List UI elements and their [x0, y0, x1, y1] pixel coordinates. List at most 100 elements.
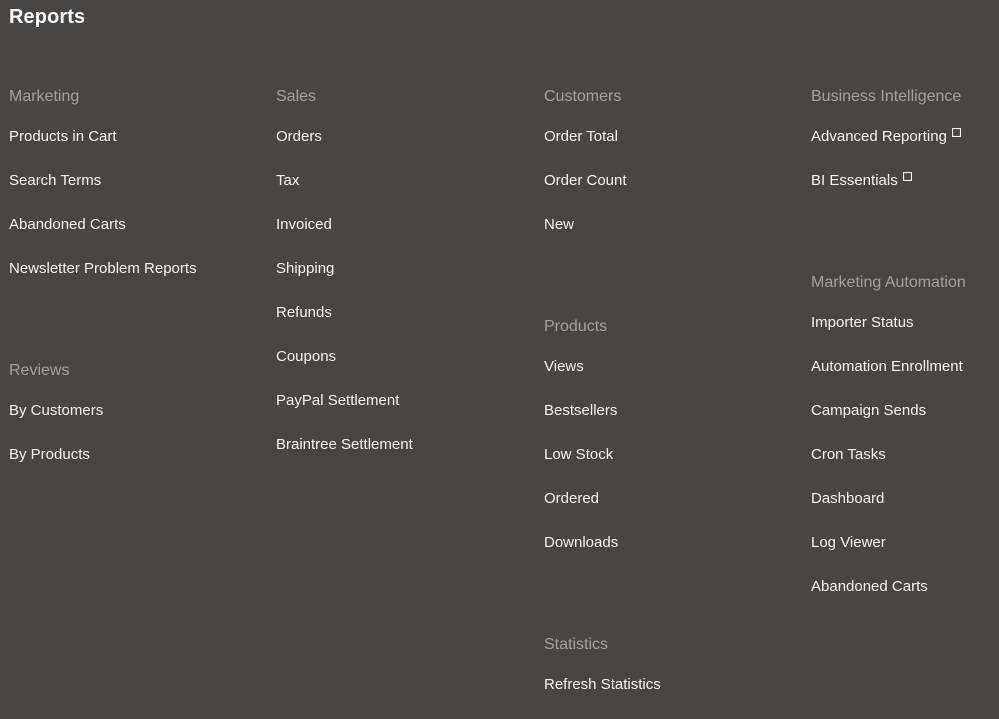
- menu-group-business-intelligence: Business Intelligence Advanced Reporting B…: [811, 87, 999, 215]
- menu-link-label: Braintree Settlement: [276, 436, 413, 453]
- menu-link-shipping[interactable]: Shipping: [276, 259, 334, 279]
- menu-column-3: Customers Order Total Order Count New Produc…: [544, 0, 794, 717]
- menu-list-item: Low Stock: [544, 445, 794, 489]
- menu-column-1: Marketing Products in Cart Search Terms Aba…: [9, 0, 259, 717]
- group-items: Advanced Reporting BI Essentials: [811, 127, 999, 215]
- menu-link-refunds[interactable]: Refunds: [276, 303, 332, 323]
- menu-list-item: Search Terms: [9, 171, 259, 215]
- menu-link-label: Refunds: [276, 304, 332, 321]
- menu-column-2: Sales Orders Tax Invoiced Shipping Refunds Cou…: [276, 0, 526, 717]
- menu-link-label: Downloads: [544, 534, 619, 551]
- group-title: Statistics: [544, 636, 609, 653]
- menu-link-order-total[interactable]: Order Total: [544, 127, 618, 147]
- menu-list-item: Coupons: [276, 347, 526, 391]
- menu-list-item: New: [544, 215, 794, 259]
- menu-link-abandoned-carts[interactable]: Abandoned Carts: [811, 577, 928, 597]
- menu-link-by-customers[interactable]: By Customers: [9, 401, 103, 421]
- menu-link-label: Cron Tasks: [811, 446, 886, 463]
- menu-link-ordered[interactable]: Ordered: [544, 489, 599, 509]
- menu-link-braintree-settlement[interactable]: Braintree Settlement: [276, 435, 413, 455]
- menu-list-item: Newsletter Problem Reports: [9, 259, 259, 303]
- menu-link-products-in-cart[interactable]: Products in Cart: [9, 127, 117, 147]
- menu-link-refresh-statistics[interactable]: Refresh Statistics: [544, 675, 661, 695]
- menu-link-order-count[interactable]: Order Count: [544, 171, 627, 191]
- menu-link-cron-tasks[interactable]: Cron Tasks: [811, 445, 886, 465]
- menu-list-item: By Customers: [9, 401, 259, 445]
- group-title: Business Intelligence: [811, 88, 962, 105]
- menu-link-label: Ordered: [544, 490, 600, 507]
- menu-list-item: Ordered: [544, 489, 794, 533]
- menu-group-sales: Sales Orders Tax Invoiced Shipping Refunds Cou…: [276, 87, 526, 479]
- menu-columns: Marketing Products in Cart Search Terms Aba…: [0, 0, 999, 717]
- group-items: Order Total Order Count New: [544, 127, 794, 259]
- menu-list-item: Invoiced: [276, 215, 526, 259]
- menu-link-dashboard[interactable]: Dashboard: [811, 489, 884, 509]
- menu-link-new[interactable]: New: [544, 215, 574, 235]
- menu-link-label: Order Total: [544, 128, 618, 145]
- group-items: Importer Status Automation Enrollment Camp…: [811, 313, 999, 621]
- group-title: Marketing: [9, 88, 80, 105]
- external-link-icon: [951, 128, 961, 137]
- menu-list-item: BI Essentials: [811, 171, 999, 215]
- menu-link-log-viewer[interactable]: Log Viewer: [811, 533, 886, 553]
- menu-link-label: Dashboard: [811, 490, 885, 507]
- menu-list-item: Shipping: [276, 259, 526, 303]
- menu-list-item: Orders: [276, 127, 526, 171]
- menu-link-views[interactable]: Views: [544, 357, 584, 377]
- menu-link-downloads[interactable]: Downloads: [544, 533, 618, 553]
- menu-link-search-terms[interactable]: Search Terms: [9, 171, 101, 191]
- menu-link-automation-enrollment[interactable]: Automation Enrollment: [811, 357, 963, 377]
- menu-group-products: Products Views Bestsellers Low Stock Ordered…: [544, 317, 794, 577]
- menu-link-invoiced[interactable]: Invoiced: [276, 215, 332, 235]
- external-link-icon: [902, 172, 912, 181]
- menu-link-label: Advanced Reporting: [811, 128, 947, 145]
- menu-list-item: Products in Cart: [9, 127, 259, 171]
- menu-link-newsletter-problem-reports[interactable]: Newsletter Problem Reports: [9, 259, 197, 279]
- menu-link-by-products[interactable]: By Products: [9, 445, 90, 465]
- menu-link-label: New: [544, 216, 575, 233]
- menu-link-label: Log Viewer: [811, 534, 886, 551]
- menu-link-label: PayPal Settlement: [276, 392, 400, 409]
- menu-link-tax[interactable]: Tax: [276, 171, 299, 191]
- menu-link-bestsellers[interactable]: Bestsellers: [544, 401, 617, 421]
- menu-group-marketing: Marketing Products in Cart Search Terms Aba…: [9, 87, 259, 303]
- menu-list-item: Refunds: [276, 303, 526, 347]
- menu-link-paypal-settlement[interactable]: PayPal Settlement: [276, 391, 399, 411]
- menu-link-abandoned-carts[interactable]: Abandoned Carts: [9, 215, 126, 235]
- menu-link-label: Coupons: [276, 348, 337, 365]
- menu-link-label: Campaign Sends: [811, 402, 927, 419]
- menu-link-label: Refresh Statistics: [544, 676, 661, 693]
- menu-group-customers: Customers Order Total Order Count New: [544, 87, 794, 259]
- menu-link-label: Invoiced: [276, 216, 332, 233]
- group-title: Reviews: [9, 362, 70, 379]
- menu-list-item: Bestsellers: [544, 401, 794, 445]
- menu-link-label: Low Stock: [544, 446, 614, 463]
- menu-link-label: Abandoned Carts: [9, 216, 126, 233]
- menu-link-label: Products in Cart: [9, 128, 117, 145]
- group-items: Views Bestsellers Low Stock Ordered Download…: [544, 357, 794, 577]
- menu-list-item: Campaign Sends: [811, 401, 999, 445]
- group-title: Sales: [276, 88, 317, 105]
- menu-list-item: Automation Enrollment: [811, 357, 999, 401]
- group-items: By Customers By Products: [9, 401, 259, 489]
- menu-link-label: Tax: [276, 172, 300, 189]
- menu-link-importer-status[interactable]: Importer Status: [811, 313, 914, 333]
- menu-link-campaign-sends[interactable]: Campaign Sends: [811, 401, 926, 421]
- menu-link-label: Bestsellers: [544, 402, 618, 419]
- menu-list-item: Downloads: [544, 533, 794, 577]
- menu-link-label: Search Terms: [9, 172, 102, 189]
- menu-link-label: Abandoned Carts: [811, 578, 928, 595]
- menu-link-bi-essentials[interactable]: BI Essentials: [811, 171, 912, 191]
- menu-list-item: Abandoned Carts: [811, 577, 999, 621]
- menu-link-coupons[interactable]: Coupons: [276, 347, 336, 367]
- menu-list-item: PayPal Settlement: [276, 391, 526, 435]
- menu-list-item: Braintree Settlement: [276, 435, 526, 479]
- menu-link-advanced-reporting[interactable]: Advanced Reporting: [811, 127, 961, 147]
- group-title: Customers: [544, 88, 622, 105]
- menu-link-label: Importer Status: [811, 314, 914, 331]
- menu-link-low-stock[interactable]: Low Stock: [544, 445, 613, 465]
- menu-link-orders[interactable]: Orders: [276, 127, 322, 147]
- menu-list-item: Advanced Reporting: [811, 127, 999, 171]
- menu-link-label: Order Count: [544, 172, 627, 189]
- group-title: Products: [544, 318, 608, 335]
